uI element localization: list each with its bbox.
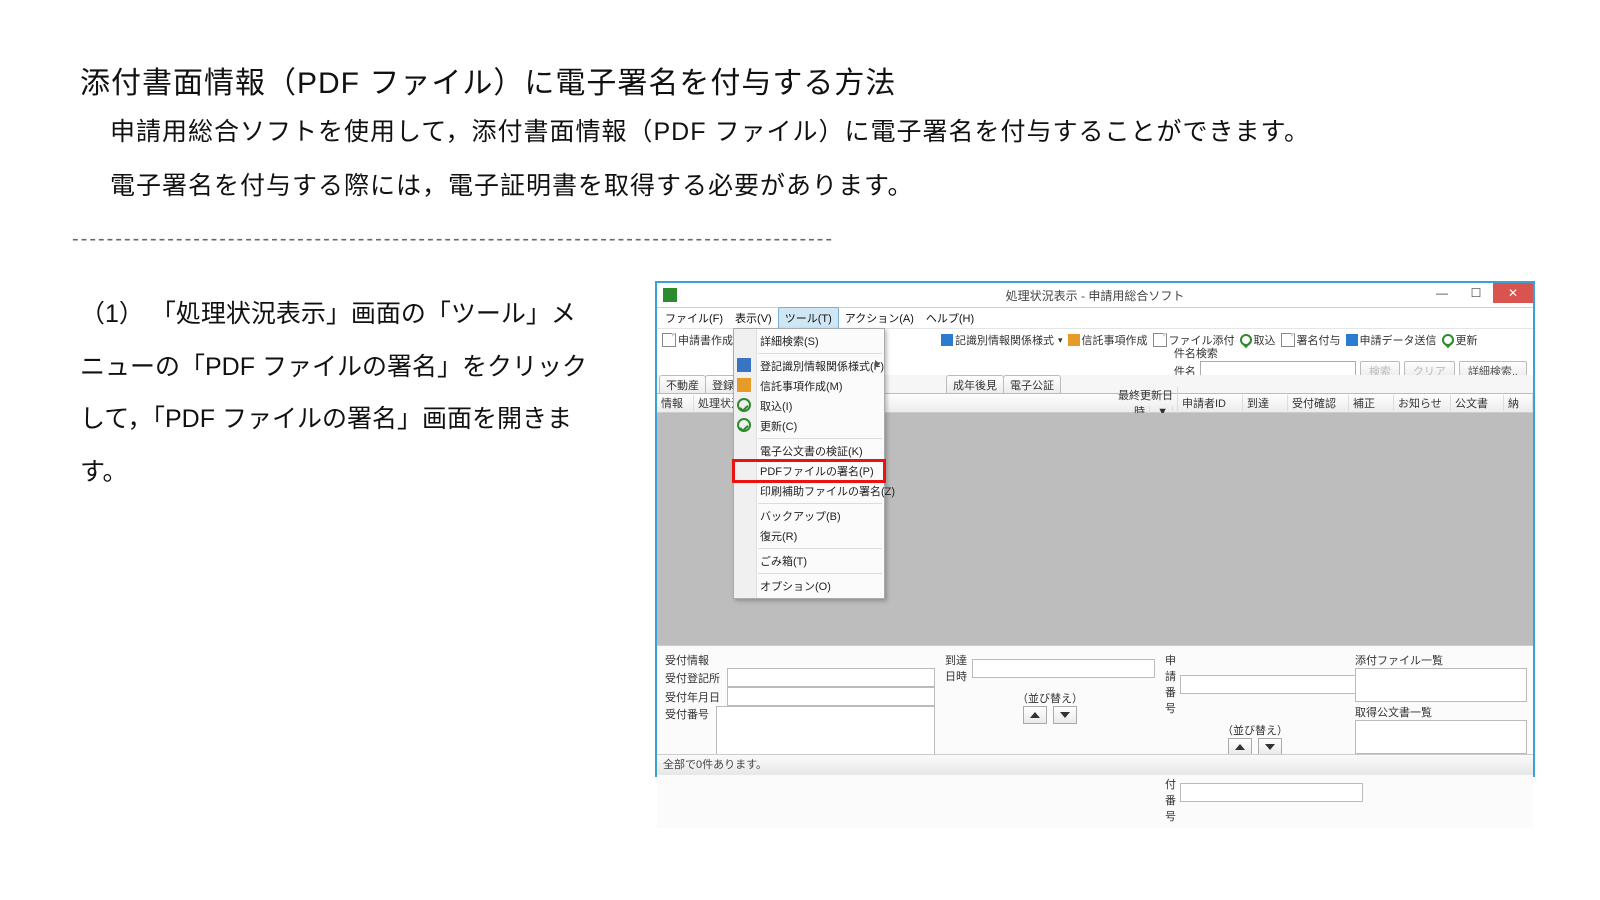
trust-icon bbox=[737, 378, 751, 392]
step-number: （1） bbox=[80, 300, 144, 328]
recv-office-input[interactable] bbox=[727, 668, 935, 687]
attach-list-label: 添付ファイル一覧 bbox=[1355, 652, 1525, 668]
attach-list-box[interactable] bbox=[1355, 668, 1527, 702]
page-headline: 添付書面情報（PDF ファイル）に電子署名を付与する方法 bbox=[80, 58, 896, 102]
sort-label-1: （並び替え） bbox=[945, 690, 1155, 706]
menu-item-restore[interactable]: 復元(R) bbox=[734, 526, 884, 546]
menu-file[interactable]: ファイル(F) bbox=[659, 308, 729, 328]
status-bar: 全部で0件あります。 bbox=[657, 754, 1533, 775]
intro-line-1: 申請用総合ソフトを使用して，添付書面情報（PDF ファイル）に電子署名を付与する… bbox=[110, 112, 1310, 148]
tab-seinen[interactable]: 成年後見 bbox=[946, 375, 1004, 393]
menu-item-options[interactable]: オプション(O) bbox=[734, 576, 884, 596]
recv-office-label: 受付登記所 bbox=[665, 670, 723, 686]
sign-icon bbox=[1281, 333, 1295, 347]
sort-down-button-1[interactable] bbox=[1053, 706, 1077, 724]
titlebar: 処理状況表示 - 申請用総合ソフト — ☐ ✕ bbox=[657, 283, 1533, 307]
form-icon bbox=[737, 358, 751, 372]
tb-relation-form[interactable]: 記識別情報関係様式▾ bbox=[940, 332, 1064, 348]
submenu-arrow-icon bbox=[875, 360, 880, 368]
arrive-label: 到達日時 bbox=[945, 652, 968, 684]
menu-action[interactable]: アクション(A) bbox=[839, 308, 920, 328]
col-notice[interactable]: お知らせ bbox=[1394, 395, 1451, 411]
menu-item-backup[interactable]: バックアップ(B) bbox=[734, 506, 884, 526]
doc-icon bbox=[662, 333, 676, 347]
col-pubdoc[interactable]: 公文書 bbox=[1451, 395, 1504, 411]
trust-icon bbox=[1068, 334, 1080, 346]
col-arrive[interactable]: 到達 bbox=[1243, 395, 1288, 411]
window-title: 処理状況表示 - 申請用総合ソフト bbox=[657, 287, 1533, 304]
menu-item-verify-pubdoc[interactable]: 電子公文書の検証(K) bbox=[734, 441, 884, 461]
pay-no-input[interactable] bbox=[1180, 783, 1363, 802]
pubdoc-list-label: 取得公文書一覧 bbox=[1355, 704, 1525, 720]
divider: ----------------------------------------… bbox=[72, 228, 834, 251]
menubar: ファイル(F) 表示(V) ツール(T) アクション(A) ヘルプ(H) bbox=[657, 307, 1533, 328]
menu-item-trash[interactable]: ごみ箱(T) bbox=[734, 551, 884, 571]
menu-item-print-sign[interactable]: 印刷補助ファイルの署名(Z) bbox=[734, 481, 884, 501]
menu-item-detail-search[interactable]: 詳細検索(S) bbox=[734, 331, 884, 351]
sort-label-2: （並び替え） bbox=[1165, 722, 1345, 738]
step-1: （1） 「処理状況表示」画面の「ツール」メニューの「PDF ファイルの署名」をク… bbox=[80, 288, 600, 498]
recv-date-label: 受付年月日 bbox=[665, 689, 723, 705]
refresh-icon bbox=[1442, 334, 1454, 346]
sort-up-button-1[interactable] bbox=[1023, 706, 1047, 724]
menu-tool[interactable]: ツール(T) bbox=[778, 307, 839, 329]
app-no-input[interactable] bbox=[1180, 675, 1363, 694]
step-text: 「処理状況表示」画面の「ツール」メニューの「PDF ファイルの署名」をクリックし… bbox=[80, 300, 587, 486]
import-icon bbox=[737, 398, 751, 412]
attach-icon bbox=[1153, 333, 1167, 347]
tab-fudosan[interactable]: 不動産 bbox=[659, 375, 706, 393]
window-close-button[interactable]: ✕ bbox=[1493, 283, 1533, 303]
menu-item-trust-create[interactable]: 信託事項作成(M) bbox=[734, 376, 884, 396]
menu-item-pdf-sign[interactable]: PDFファイルの署名(P) bbox=[734, 461, 884, 481]
tool-menu-dropdown: 詳細検索(S) 登記識別情報関係様式(F) 信託事項作成(M) 取込(I) bbox=[733, 328, 885, 599]
import-icon bbox=[1240, 334, 1252, 346]
menu-item-refresh[interactable]: 更新(C) bbox=[734, 416, 884, 436]
tab-denshi[interactable]: 電子公証 bbox=[1003, 375, 1061, 393]
detail-panel: 受付情報 受付登記所 受付年月日 受付番号 到達日時 （並び替え） 申請番号 （… bbox=[657, 645, 1533, 828]
form-icon bbox=[941, 334, 953, 346]
pubdoc-list-box[interactable] bbox=[1355, 720, 1527, 754]
window-minimize-button[interactable]: — bbox=[1425, 283, 1459, 303]
window-maximize-button[interactable]: ☐ bbox=[1459, 283, 1493, 303]
arrive-input[interactable] bbox=[972, 659, 1155, 678]
col-correct[interactable]: 補正 bbox=[1349, 395, 1394, 411]
menu-help[interactable]: ヘルプ(H) bbox=[920, 308, 980, 328]
recv-no-label: 受付番号 bbox=[665, 706, 712, 722]
recv-group-label: 受付情報 bbox=[665, 652, 935, 668]
tb-trust-create[interactable]: 信託事項作成 bbox=[1067, 332, 1149, 348]
col-accept[interactable]: 受付確認 bbox=[1288, 395, 1349, 411]
col-pay[interactable]: 納 bbox=[1504, 395, 1533, 411]
intro-line-2: 電子署名を付与する際には，電子証明書を取得する必要があります。 bbox=[110, 166, 914, 202]
recv-date-input[interactable] bbox=[727, 687, 935, 706]
app-no-label: 申請番号 bbox=[1165, 652, 1176, 716]
app-window: 処理状況表示 - 申請用総合ソフト — ☐ ✕ ファイル(F) 表示(V) ツー… bbox=[655, 281, 1535, 777]
col-info[interactable]: 情報 bbox=[657, 395, 694, 411]
col-applicant[interactable]: 申請者ID bbox=[1178, 395, 1243, 411]
tb-create-application[interactable]: 申請書作成 bbox=[661, 332, 734, 348]
menu-item-import[interactable]: 取込(I) bbox=[734, 396, 884, 416]
menu-view[interactable]: 表示(V) bbox=[729, 308, 778, 328]
menu-item-registration-form[interactable]: 登記識別情報関係様式(F) bbox=[734, 356, 884, 376]
refresh-icon bbox=[737, 418, 751, 432]
search-group-label: 件名検索 bbox=[1174, 345, 1527, 361]
